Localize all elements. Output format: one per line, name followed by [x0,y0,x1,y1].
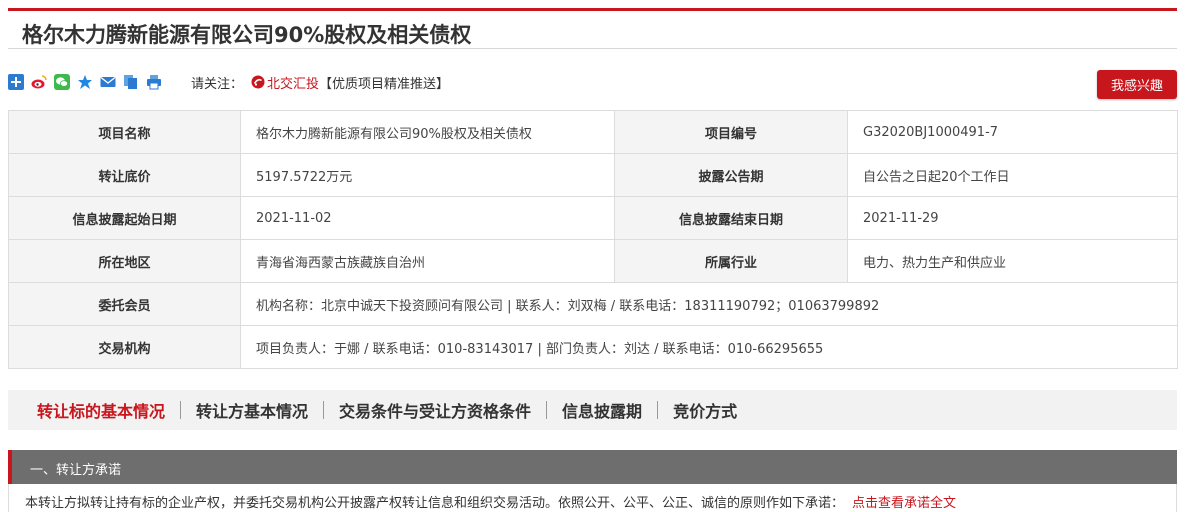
project-name-value: 格尔木力腾新能源有限公司90%股权及相关债权 [240,110,615,154]
tab-trade-conditions[interactable]: 交易条件与受让方资格条件 [339,398,531,422]
tab-divider [657,401,659,419]
region-value: 青海省海西蒙古族藏族自治州 [240,239,615,283]
follow-promo: 【优质项目精准推送】 [319,76,450,92]
promise-row: 本转让方拟转让持有标的企业产权，并委托交易机构公开披露产权转让信息和组织交易活动… [8,484,1177,512]
section-header: 一、转让方承诺 [8,450,1177,484]
start-date-value: 2021-11-02 [240,196,615,240]
beijiao-logo-icon [251,75,265,89]
industry-value: 电力、热力生产和供应业 [847,239,1178,283]
section-tabs: 转让标的基本情况 转让方基本情况 交易条件与受让方资格条件 信息披露期 竞价方式 [8,390,1177,430]
tab-bidding-method[interactable]: 竞价方式 [673,398,737,422]
promise-text: 本转让方拟转让持有标的企业产权，并委托交易机构公开披露产权转让信息和组织交易活动… [25,492,956,511]
follow-link[interactable]: 北交汇投 [267,73,319,92]
share-bar: 请关注： 北交汇投 【优质项目精准推送】 [8,70,449,94]
tab-divider [180,401,182,419]
qzone-icon[interactable] [77,74,93,90]
plus-icon[interactable] [8,74,24,90]
promise-full-link[interactable]: 点击查看承诺全文 [852,496,956,511]
tab-disclosure-period[interactable]: 信息披露期 [562,398,642,422]
project-no-label: 项目编号 [614,110,848,154]
tab-target-basic[interactable]: 转让标的基本情况 [37,398,165,422]
wechat-icon[interactable] [54,74,70,90]
industry-label: 所属行业 [614,239,848,283]
copy-icon[interactable] [123,74,139,90]
mail-icon[interactable] [100,74,116,90]
member-value: 机构名称：北京中诚天下投资顾问有限公司 | 联系人：刘双梅 / 联系电话：183… [240,282,1178,326]
project-name-label: 项目名称 [8,110,241,154]
table-row: 所在地区 青海省海西蒙古族藏族自治州 所属行业 电力、热力生产和供应业 [8,239,1178,283]
table-row: 交易机构 项目负责人：于娜 / 联系电话：010-83143017 | 部门负责… [8,325,1178,369]
interest-button[interactable]: 我感兴趣 [1097,70,1177,99]
exchange-value: 项目负责人：于娜 / 联系电话：010-83143017 | 部门负责人：刘达 … [240,325,1178,369]
member-label: 委托会员 [8,282,241,326]
print-icon[interactable] [146,74,162,90]
tab-divider [546,401,548,419]
end-date-value: 2021-11-29 [847,196,1178,240]
project-info-table: 项目名称 格尔木力腾新能源有限公司90%股权及相关债权 项目编号 G32020B… [8,110,1178,369]
tab-transferor-basic[interactable]: 转让方基本情况 [196,398,308,422]
title-bar: 格尔木力腾新能源有限公司90%股权及相关债权 [8,11,1177,49]
region-label: 所在地区 [8,239,241,283]
base-price-value: 5197.5722万元 [240,153,615,197]
disclosure-period-value: 自公告之日起20个工作日 [847,153,1178,197]
promise-body: 本转让方拟转让持有标的企业产权，并委托交易机构公开披露产权转让信息和组织交易活动… [25,496,845,511]
table-row: 信息披露起始日期 2021-11-02 信息披露结束日期 2021-11-29 [8,196,1178,240]
base-price-label: 转让底价 [8,153,241,197]
table-row: 项目名称 格尔木力腾新能源有限公司90%股权及相关债权 项目编号 G32020B… [8,110,1178,154]
page-title: 格尔木力腾新能源有限公司90%股权及相关债权 [22,23,472,47]
table-row: 转让底价 5197.5722万元 披露公告期 自公告之日起20个工作日 [8,153,1178,197]
table-row: 委托会员 机构名称：北京中诚天下投资顾问有限公司 | 联系人：刘双梅 / 联系电… [8,282,1178,326]
section-title: 一、转让方承诺 [30,463,122,478]
project-no-value: G32020BJ1000491-7 [847,110,1178,154]
exchange-label: 交易机构 [8,325,241,369]
end-date-label: 信息披露结束日期 [614,196,848,240]
tab-divider [323,401,325,419]
disclosure-period-label: 披露公告期 [614,153,848,197]
weibo-icon[interactable] [31,74,47,90]
start-date-label: 信息披露起始日期 [8,196,241,240]
follow-label: 请关注： [191,76,244,92]
